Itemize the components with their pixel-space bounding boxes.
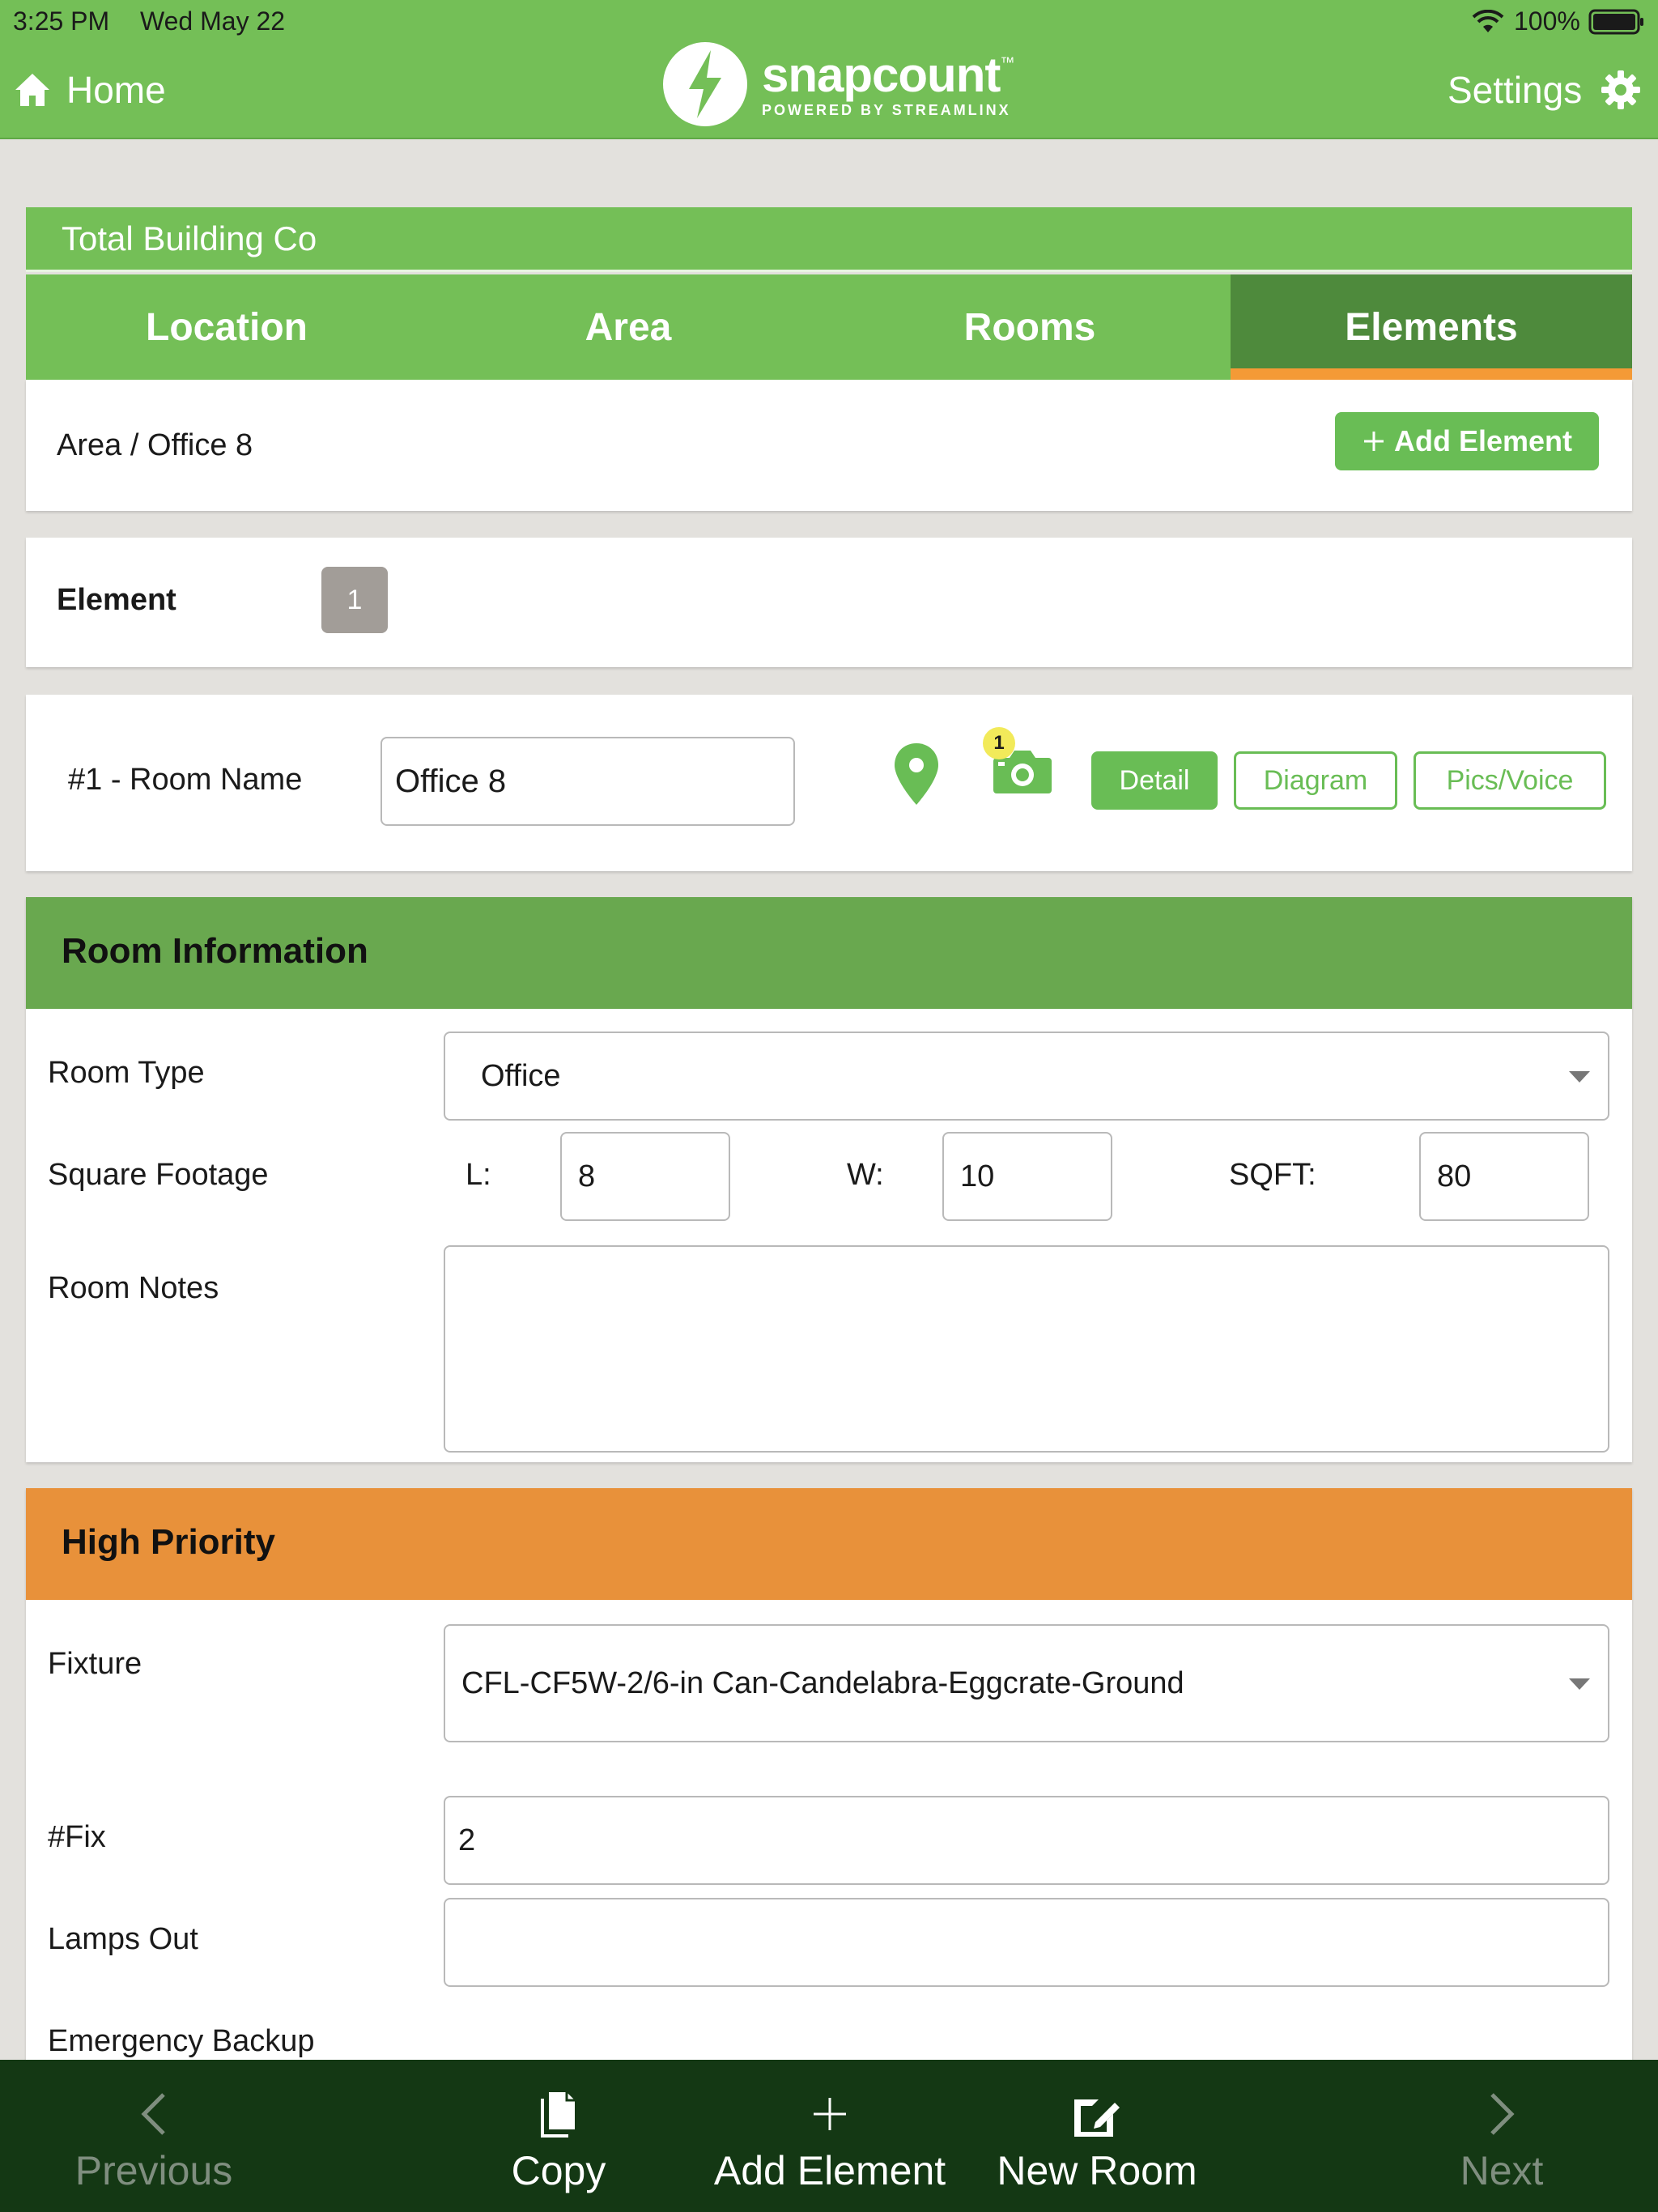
copy-label: Copy: [511, 2148, 606, 2193]
home-label: Home: [66, 69, 166, 111]
room-name-input[interactable]: Office 8: [380, 737, 795, 826]
plus-icon: [814, 2098, 846, 2130]
copy-icon: [541, 2092, 575, 2138]
tab-area[interactable]: Area: [427, 274, 829, 380]
room-information-card: Room Information Room Type Office Square…: [26, 897, 1632, 1462]
fix-count-input[interactable]: 2: [444, 1796, 1609, 1885]
status-date: Wed May 22: [140, 6, 286, 36]
new-room-label: New Room: [997, 2148, 1197, 2193]
lamps-out-input[interactable]: [444, 1898, 1609, 1987]
fix-count-label: #Fix: [48, 1820, 106, 1854]
bottom-add-element-button[interactable]: Add Element: [696, 2060, 963, 2212]
room-type-label: Room Type: [48, 1056, 205, 1090]
gear-icon: [1601, 70, 1641, 109]
element-number-badge[interactable]: 1: [321, 567, 388, 633]
room-name-card: #1 - Room Name Office 8 1 Detail Diagram…: [26, 695, 1632, 871]
snapcount-logo: snapcount ™ POWERED BY STREAMLINX: [660, 37, 1014, 130]
element-selector-card: Element 1: [26, 538, 1632, 667]
logo-wordmark: snapcount: [762, 47, 1001, 102]
length-label: L:: [466, 1158, 491, 1192]
bottom-add-element-label: Add Element: [713, 2148, 946, 2193]
room-information-title: Room Information: [62, 931, 368, 971]
length-input[interactable]: 8: [560, 1132, 730, 1221]
status-time: 3:25 PM: [13, 6, 110, 36]
fixture-value: CFL-CF5W-2/6-in Can-Candelabra-Eggcrate-…: [461, 1665, 1184, 1700]
chevron-down-icon: [1569, 1678, 1590, 1690]
tab-location[interactable]: Location: [26, 274, 427, 380]
diagram-button[interactable]: Diagram: [1234, 751, 1397, 810]
lightning-bolt-icon: [663, 41, 747, 126]
emergency-backup-label: Emergency Backup: [48, 2024, 315, 2058]
new-room-button[interactable]: New Room: [984, 2060, 1210, 2212]
high-priority-card: High Priority Fixture CFL-CF5W-2/6-in Ca…: [26, 1488, 1632, 2104]
copy-button[interactable]: Copy: [470, 2060, 648, 2212]
detail-button[interactable]: Detail: [1091, 751, 1218, 810]
breadcrumb: Area / Office 8: [57, 428, 253, 462]
pics-voice-button[interactable]: Pics/Voice: [1414, 751, 1606, 810]
plus-icon: [1363, 432, 1384, 451]
fixture-select[interactable]: CFL-CF5W-2/6-in Can-Candelabra-Eggcrate-…: [444, 1624, 1609, 1742]
high-priority-title: High Priority: [62, 1522, 276, 1562]
previous-button[interactable]: Previous: [49, 2060, 259, 2212]
add-element-button[interactable]: Add Element: [1335, 412, 1599, 470]
room-notes-label: Room Notes: [48, 1271, 219, 1305]
location-pin-icon[interactable]: [892, 742, 941, 806]
company-name-bar: Total Building Co: [26, 207, 1632, 272]
sqft-label: SQFT:: [1229, 1158, 1316, 1192]
room-information-header: Room Information: [26, 897, 1632, 1009]
next-button[interactable]: Next: [1425, 2060, 1579, 2212]
logo-trademark: ™: [1000, 53, 1015, 70]
element-label: Element: [57, 583, 176, 617]
wifi-icon: [1472, 10, 1504, 32]
top-navigation-bar: 3:25 PM Wed May 22 100% Home snapcount ™…: [0, 0, 1658, 139]
logo-subtitle: POWERED BY STREAMLINX: [762, 101, 1011, 118]
settings-button[interactable]: Settings: [1448, 65, 1642, 115]
tab-rooms[interactable]: Rooms: [829, 274, 1231, 380]
room-notes-textarea[interactable]: [444, 1245, 1609, 1453]
tab-elements[interactable]: Elements: [1231, 274, 1632, 380]
home-icon: [15, 74, 49, 106]
home-button[interactable]: Home: [13, 65, 166, 115]
next-label: Next: [1460, 2148, 1544, 2193]
add-element-label: Add Element: [1393, 424, 1573, 457]
chevron-down-icon: [1569, 1071, 1590, 1083]
high-priority-header: High Priority: [26, 1488, 1632, 1600]
battery-percent: 100%: [1514, 6, 1580, 36]
settings-label: Settings: [1448, 69, 1583, 111]
room-type-value: Office: [481, 1058, 561, 1093]
room-type-select[interactable]: Office: [444, 1032, 1609, 1121]
chevron-right-icon: [1490, 2093, 1515, 2135]
chevron-left-icon: [141, 2093, 165, 2135]
previous-label: Previous: [74, 2148, 233, 2193]
square-footage-label: Square Footage: [48, 1158, 269, 1192]
battery-icon: [1588, 9, 1643, 35]
breadcrumb-card: Area / Office 8 Add Element: [26, 380, 1632, 511]
fixture-label: Fixture: [48, 1647, 142, 1681]
room-name-label: #1 - Room Name: [68, 763, 303, 797]
width-label: W:: [847, 1158, 884, 1192]
bottom-toolbar: Previous Copy Add Element New Room Next: [0, 2060, 1658, 2212]
sqft-input[interactable]: 80: [1419, 1132, 1589, 1221]
edit-icon: [1074, 2099, 1120, 2137]
photo-count-badge: 1: [983, 727, 1015, 759]
width-input[interactable]: 10: [942, 1132, 1112, 1221]
tab-bar: Location Area Rooms Elements: [26, 274, 1632, 380]
lamps-out-label: Lamps Out: [48, 1922, 198, 1956]
